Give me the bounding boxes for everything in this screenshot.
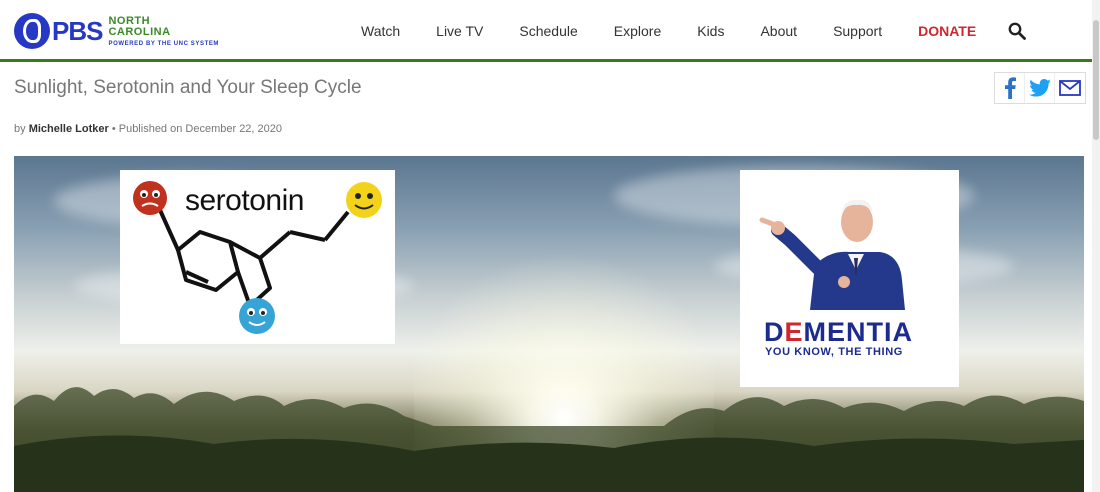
byline-prefix: by — [14, 123, 26, 135]
email-icon — [1059, 80, 1081, 96]
dementia-word: DEMENTIA — [764, 317, 913, 348]
share-bar — [994, 72, 1086, 104]
main-nav: Watch Live TV Schedule Explore Kids Abou… — [361, 22, 1012, 40]
pbs-nc-logo[interactable]: PBS NORTH CAROLINA POWERED BY THE UNC SY… — [14, 11, 219, 51]
nav-schedule[interactable]: Schedule — [519, 22, 577, 40]
search-icon[interactable] — [1008, 22, 1026, 40]
publish-date: • Published on December 22, 2020 — [111, 123, 283, 135]
nav-kids[interactable]: Kids — [697, 22, 724, 40]
page-scrollbar[interactable] — [1092, 0, 1100, 492]
facebook-share-button[interactable] — [995, 73, 1025, 103]
pbs-head-icon — [14, 13, 50, 49]
nav-watch[interactable]: Watch — [361, 22, 400, 40]
article-title: Sunlight, Serotonin and Your Sleep Cycle — [14, 77, 362, 98]
logo-pbs-text: PBS — [52, 16, 103, 46]
nav-explore[interactable]: Explore — [614, 22, 661, 40]
logo-tagline: POWERED BY THE UNC SYSTEM — [108, 40, 220, 47]
serotonin-overlay-image: serotonin — [120, 170, 395, 344]
logo-region-block: NORTH CAROLINA POWERED BY THE UNC SYSTEM — [108, 14, 220, 47]
article-byline: by Michelle Lotker • Published on Decemb… — [14, 123, 282, 135]
site-header: PBS NORTH CAROLINA POWERED BY THE UNC SY… — [0, 0, 1100, 62]
facebook-icon — [1004, 77, 1016, 99]
twitter-share-button[interactable] — [1025, 73, 1055, 103]
nav-support[interactable]: Support — [833, 22, 882, 40]
logo-region: NORTH CAROLINA — [108, 14, 171, 38]
scrollbar-thumb[interactable] — [1093, 20, 1099, 140]
email-share-button[interactable] — [1055, 73, 1085, 103]
dementia-letter-d: D — [764, 317, 785, 347]
dementia-sticker-image: DEMENTIA YOU KNOW, THE THING — [740, 170, 959, 387]
dementia-letters-rest: MENTIA — [803, 317, 914, 347]
twitter-icon — [1028, 79, 1051, 97]
dementia-subtitle: YOU KNOW, THE THING — [765, 346, 903, 358]
nav-live-tv[interactable]: Live TV — [436, 22, 483, 40]
nav-about[interactable]: About — [760, 22, 797, 40]
author-link[interactable]: Michelle Lotker — [29, 123, 109, 135]
serotonin-word: serotonin — [185, 184, 304, 217]
nav-donate[interactable]: DONATE — [918, 22, 976, 40]
dementia-letter-e: E — [784, 317, 804, 347]
